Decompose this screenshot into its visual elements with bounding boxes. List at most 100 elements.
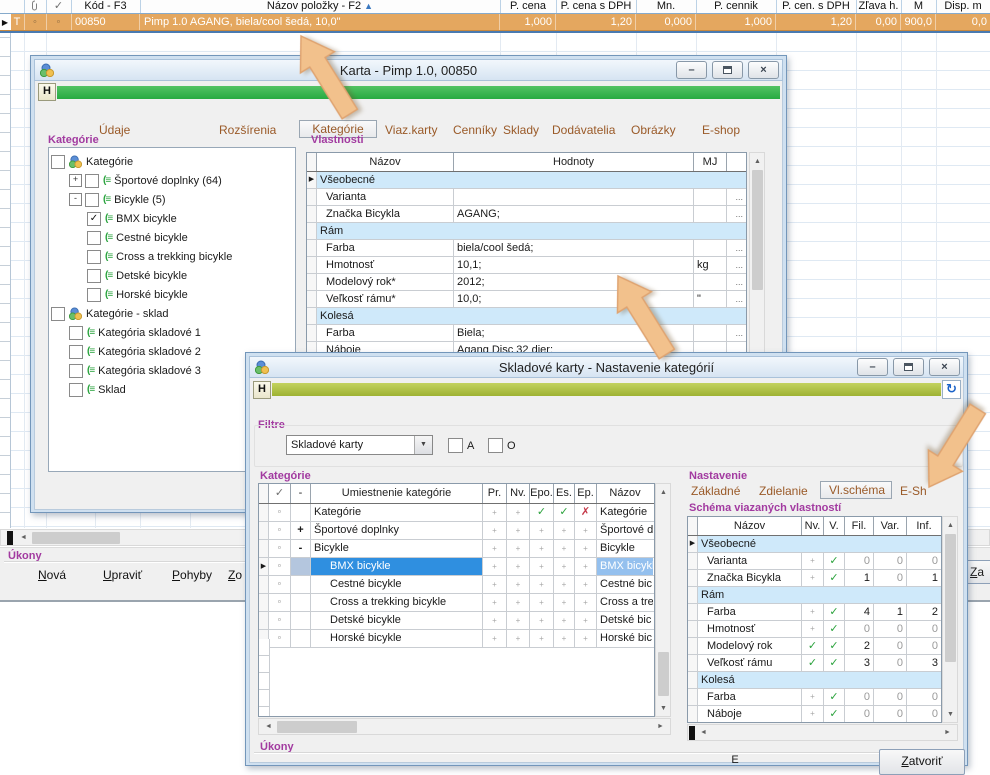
schema-row[interactable]: Náboje+✓000 — [688, 706, 941, 723]
column-header-kod[interactable]: Kód - F3 — [71, 0, 141, 13]
props-section-row[interactable]: ▶Všeobecné — [307, 172, 746, 189]
tree-item[interactable]: (≡Detské bicykle — [51, 266, 293, 285]
splitter-handle[interactable] — [689, 726, 695, 740]
ellipsis-button[interactable]: ... — [727, 257, 746, 273]
scroll-left-icon[interactable]: ◄ — [696, 726, 711, 739]
schema-row[interactable]: Hmotnosť+✓000 — [688, 621, 941, 638]
collapse-icon[interactable]: - — [69, 193, 82, 206]
close-button[interactable]: × — [929, 358, 960, 376]
schema-row[interactable]: Farba+✓000 — [688, 689, 941, 706]
column-header-disp[interactable]: Disp. m — [936, 0, 990, 13]
categories-h-scrollbar[interactable]: ◄ ► — [258, 718, 671, 735]
scroll-left-icon[interactable]: ◄ — [261, 720, 276, 733]
maximize-button[interactable] — [893, 358, 924, 376]
sklad-titlebar[interactable]: Skladové karty - Nastavenie kategórií – … — [249, 356, 964, 378]
scroll-down-icon[interactable]: ▼ — [657, 701, 670, 715]
scroll-up-icon[interactable]: ▲ — [751, 154, 764, 168]
category-row[interactable]: ◦-Bicykle+++++Bicykle — [259, 540, 654, 558]
scroll-up-icon[interactable]: ▲ — [657, 485, 670, 499]
schema-row[interactable]: Varianta+✓000 — [688, 553, 941, 570]
column-header-mn[interactable]: Mn. — [636, 0, 697, 13]
category-row[interactable]: ◦Kategórie++✓✓✗Kategórie — [259, 504, 654, 522]
props-row[interactable]: Hmotnosť10,1;kg... — [307, 257, 746, 274]
selected-product-row[interactable]: ▶ T ◦ ◦ 00850 Pimp 1.0 AGANG, biela/cool… — [0, 14, 990, 31]
schema-row[interactable]: Značka Bicykla+✓101 — [688, 570, 941, 587]
collapse-icon[interactable]: - — [291, 540, 311, 557]
schema-row[interactable]: Modelový rok✓✓200 — [688, 638, 941, 655]
nova-button[interactable]: Nová — [38, 568, 66, 582]
checked-checkbox[interactable]: ✓ — [87, 212, 101, 226]
splitter-handle[interactable] — [7, 531, 13, 545]
filter-dropdown[interactable]: Skladové karty ▼ — [286, 435, 433, 455]
close-button[interactable]: × — [748, 61, 779, 79]
column-header-zlava[interactable]: Zľava h. — [856, 0, 902, 13]
ellipsis-button[interactable]: ... — [727, 325, 746, 341]
tab-vlschema[interactable]: Vl.schéma — [820, 481, 892, 499]
scroll-thumb[interactable] — [32, 532, 120, 544]
props-row[interactable]: Farbabiela/cool šedá;... — [307, 240, 746, 257]
column-header-pcena[interactable]: P. cena — [500, 0, 557, 13]
chevron-down-icon[interactable]: ▼ — [414, 436, 432, 454]
schema-section-row[interactable]: ▶Všeobecné — [688, 536, 941, 553]
schema-v-scrollbar[interactable]: ▲ ▼ — [942, 516, 958, 723]
minimize-button[interactable]: – — [857, 358, 888, 376]
props-row[interactable]: Značka BicyklaAGANG;... — [307, 206, 746, 223]
tree-item[interactable]: (≡Cestné bicykle — [51, 228, 293, 247]
tree-item[interactable]: ✓(≡BMX bicykle — [51, 209, 293, 228]
tab-zakladne[interactable]: Základné — [691, 484, 740, 498]
column-header-pcensdph[interactable]: P. cen. s DPH — [776, 0, 857, 13]
ellipsis-button[interactable]: ... — [727, 189, 746, 205]
tab-zdielanie[interactable]: Zdielanie — [759, 484, 808, 498]
tab-udaje[interactable]: Údaje — [99, 123, 130, 137]
tab-sklady[interactable]: Sklady — [503, 123, 539, 137]
category-row[interactable]: ◦+Športové doplnky+++++Športové d — [259, 522, 654, 540]
tab-viazkarty[interactable]: Viaz.karty — [385, 123, 437, 137]
ellipsis-button[interactable]: ... — [727, 206, 746, 222]
props-section-row[interactable]: Kolesá — [307, 308, 746, 325]
tab-eshop[interactable]: E-shop — [702, 123, 740, 137]
category-row[interactable]: ◦Cross a trekking bicykle+++++Cross a tr… — [259, 594, 654, 612]
ellipsis-button[interactable]: ... — [727, 240, 746, 256]
tab-eshop[interactable]: E-Sh — [900, 484, 927, 498]
tree-item[interactable]: (≡Kategória skladové 1 — [51, 323, 293, 342]
category-row-selected[interactable]: ▶◦BMX bicykle+++++BMX bicykl — [259, 558, 654, 576]
category-row[interactable]: ◦Cestné bicykle+++++Cestné bic — [259, 576, 654, 594]
tree-item[interactable]: Kategórie — [51, 152, 293, 171]
scroll-left-icon[interactable]: ◄ — [16, 531, 31, 544]
pohyby-button[interactable]: Pohyby — [172, 568, 212, 582]
scroll-down-icon[interactable]: ▼ — [944, 707, 957, 721]
check-column-header[interactable]: ✓ — [46, 0, 72, 13]
expand-icon[interactable]: + — [291, 522, 311, 539]
help-button[interactable]: H — [253, 381, 271, 399]
tree-item[interactable]: (≡Cross a trekking bicykle — [51, 247, 293, 266]
scroll-right-icon[interactable]: ► — [940, 726, 955, 739]
categories-v-scrollbar[interactable]: ▲ ▼ — [655, 483, 671, 717]
tab-cenniky[interactable]: Cenníky — [453, 123, 497, 137]
zobrazit-button[interactable]: Zo — [228, 568, 242, 582]
tree-item[interactable]: Kategórie - sklad — [51, 304, 293, 323]
maximize-button[interactable] — [712, 61, 743, 79]
scroll-thumb[interactable] — [945, 534, 956, 662]
scroll-up-icon[interactable]: ▲ — [944, 518, 957, 532]
scroll-right-icon[interactable]: ► — [653, 720, 668, 733]
expand-icon[interactable]: + — [69, 174, 82, 187]
tab-obrazky[interactable]: Obrázky — [631, 123, 676, 137]
column-header-m[interactable]: M — [901, 0, 937, 13]
karta-titlebar[interactable]: Karta - Pimp 1.0, 00850 – × — [34, 59, 783, 81]
props-row[interactable]: Veľkosť rámu*10,0;"... — [307, 291, 746, 308]
scroll-thumb[interactable] — [658, 652, 669, 696]
tab-rozsirenia[interactable]: Rozšírenia — [219, 123, 276, 137]
schema-row[interactable]: Veľkosť rámu✓✓303 — [688, 655, 941, 672]
tab-dodavatelia[interactable]: Dodávatelia — [552, 123, 615, 137]
props-row[interactable]: Modelový rok*2012;... — [307, 274, 746, 291]
tree-item[interactable]: -(≡Bicykle (5) — [51, 190, 293, 209]
scroll-thumb[interactable] — [752, 170, 763, 290]
checkbox-o[interactable]: O — [488, 438, 516, 453]
upravit-button[interactable]: Upraviť — [103, 568, 142, 582]
column-header-pcenadph[interactable]: P. cena s DPH — [556, 0, 637, 13]
props-row[interactable]: Varianta... — [307, 189, 746, 206]
category-row[interactable]: ◦Horské bicykle+++++Horské bic — [259, 630, 654, 648]
schema-h-scrollbar[interactable]: ◄ ► — [687, 724, 958, 741]
help-button[interactable]: H — [38, 83, 56, 101]
schema-section-row[interactable]: Kolesá — [688, 672, 941, 689]
